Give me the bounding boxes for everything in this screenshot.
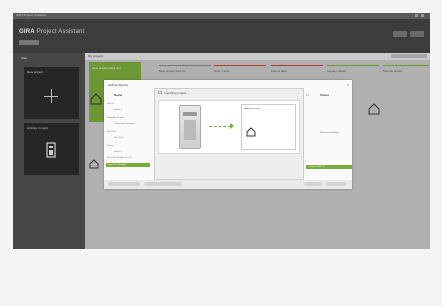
app-header: GIRA Project Assistant xyxy=(13,19,430,53)
list-header: Name xyxy=(114,93,123,97)
list-item[interactable]: Gira X1 Fx xyxy=(114,137,124,139)
list-item[interactable]: Gira X1 Fx xyxy=(107,131,117,133)
new-project-label: New project name xyxy=(244,108,261,110)
archive-tile[interactable]: Archive / Import xyxy=(24,123,79,175)
status-header: Status xyxy=(320,93,330,97)
minimize-button[interactable] xyxy=(415,14,418,17)
app-brand: GIRA Project Assistant xyxy=(19,29,84,35)
status-strip-label: Project in Gira X1 xyxy=(309,166,325,168)
device-screen xyxy=(183,112,197,116)
header-action-button-2[interactable] xyxy=(410,31,424,37)
new-project-box: New project name xyxy=(241,104,296,150)
device-list: Name Gira X1 Device 1 Ventilation & Ligh… xyxy=(104,90,152,175)
import-title: Importing project ... xyxy=(164,91,190,95)
house-icon xyxy=(89,159,99,169)
house-icon xyxy=(246,127,256,137)
window-title: GIRA Project Assistant xyxy=(16,13,47,17)
column-fragment: Fx xyxy=(306,93,310,97)
tile-label: New project xyxy=(27,70,43,74)
start-title: Start xyxy=(21,56,28,60)
import-panel: Importing project ... New project name xyxy=(154,88,304,180)
tile-label: Archive / Import xyxy=(27,126,49,130)
dialog-title: Archive Device xyxy=(108,83,129,87)
brand-prefix: GIRA xyxy=(19,29,35,35)
house-icon xyxy=(368,103,380,115)
next-button[interactable] xyxy=(326,182,346,186)
header-action-button-1[interactable] xyxy=(393,31,407,37)
list-item[interactable]: Device 2 xyxy=(114,151,122,153)
list-item[interactable]: Ventilation & Lights xyxy=(107,117,124,119)
status-column: Fx Status Receiving to dialogue Project … xyxy=(306,90,352,175)
list-item[interactable]: Sensor xyxy=(107,145,113,147)
brand-name: Project Assistant xyxy=(36,29,85,35)
list-item[interactable]: Device 1 xyxy=(114,109,122,111)
start-column: Start New project Archive / Import xyxy=(13,53,85,249)
device-icon xyxy=(46,142,56,158)
import-dialog: Archive Device × Name Gira X1 Device 1 V… xyxy=(104,80,352,189)
new-project-tile[interactable]: New project xyxy=(24,67,79,119)
list-item[interactable]: Control unit fluorescent xyxy=(114,123,135,125)
header-menu-button[interactable] xyxy=(19,40,39,45)
close-window-button[interactable] xyxy=(421,14,424,17)
device-icon xyxy=(179,105,201,149)
back-button[interactable] xyxy=(304,182,322,186)
status-text: Receiving to dialogue xyxy=(320,132,340,134)
footer-button-2[interactable] xyxy=(144,182,182,186)
close-icon[interactable]: × xyxy=(347,82,349,87)
arrow-head xyxy=(230,123,234,129)
list-item[interactable]: Gira X1 xyxy=(107,103,114,105)
footer-button-1[interactable] xyxy=(108,182,140,186)
list-item[interactable]: Gira X1 Fx (Project) Gira X1 xyxy=(107,157,132,159)
arrow-right-icon xyxy=(209,126,231,127)
dialog-footer xyxy=(104,180,352,189)
device-body xyxy=(184,120,196,140)
list-item[interactable]: Gira X1 Fx (Project) xyxy=(108,164,126,166)
import-illustration: New project name xyxy=(158,100,300,154)
import-icon xyxy=(158,91,162,94)
plus-icon-v xyxy=(51,89,52,103)
